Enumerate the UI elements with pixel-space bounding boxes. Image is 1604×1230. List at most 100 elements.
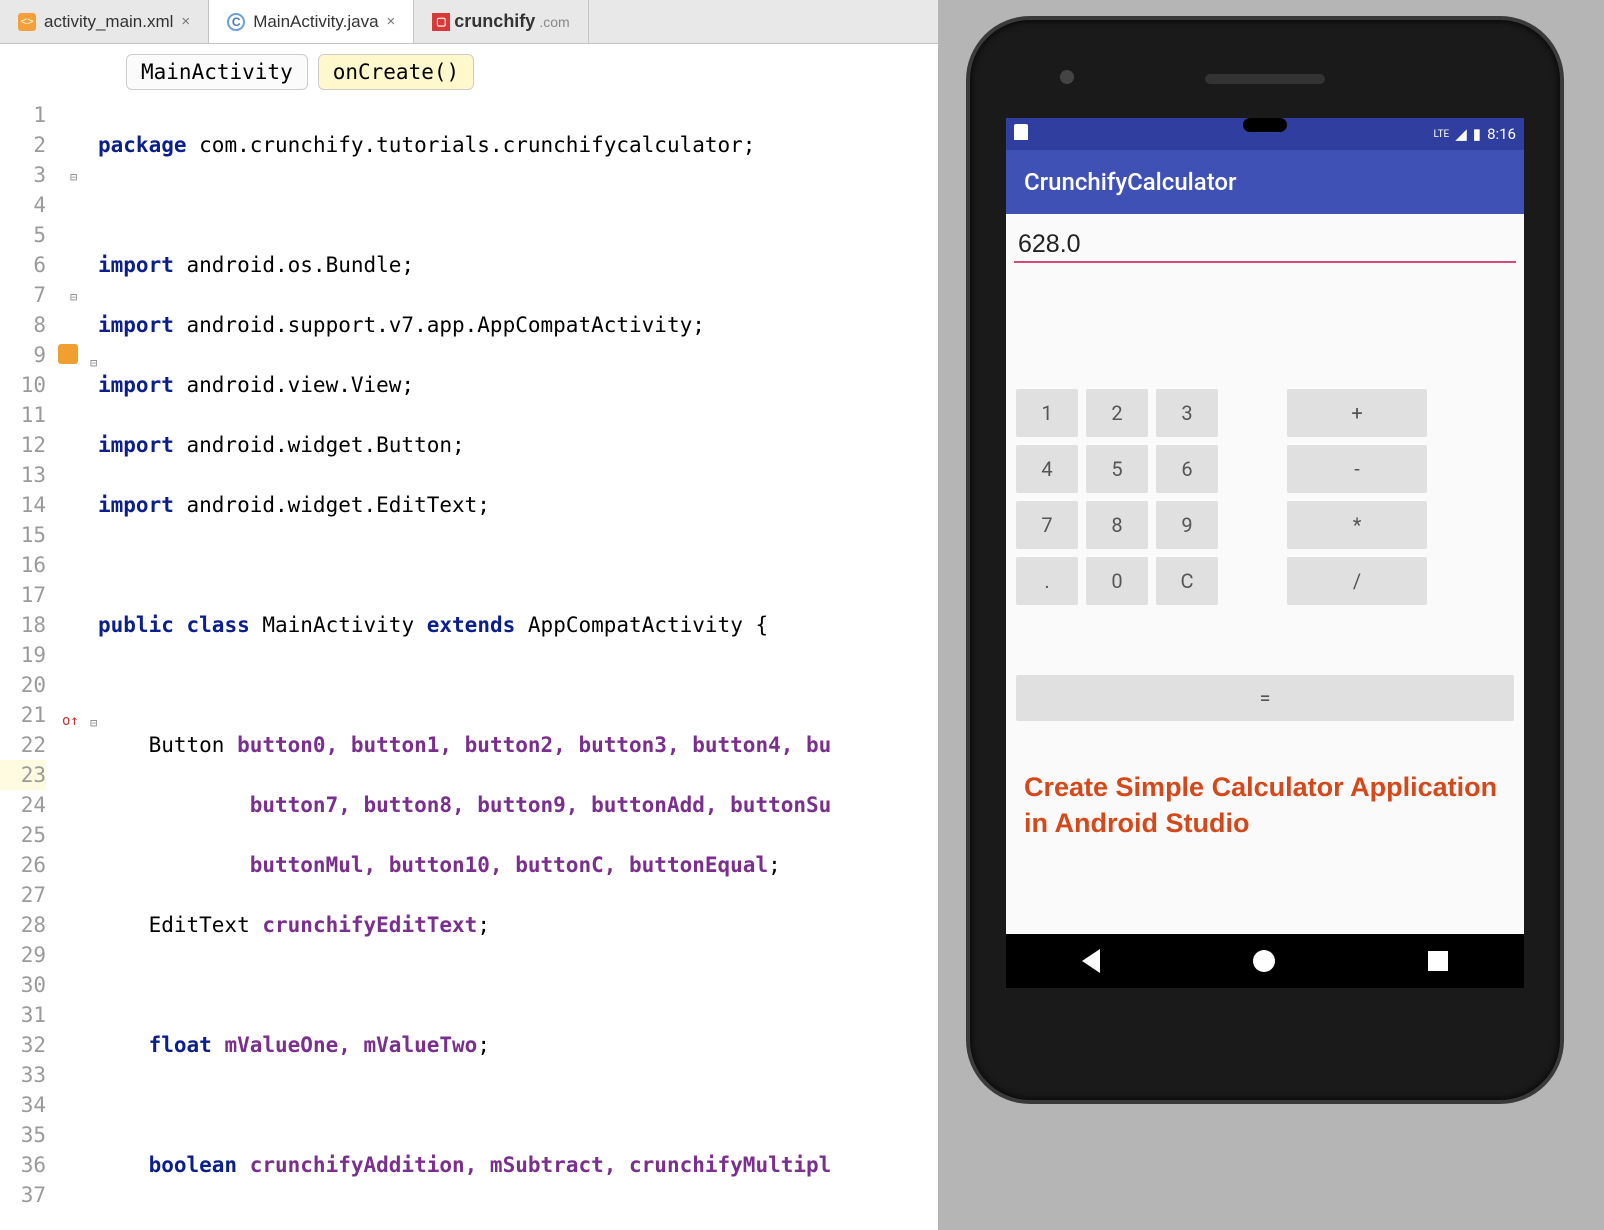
line-number: 10 xyxy=(0,370,46,400)
phone-screen: LTE ◢ ▮ 8:16 CrunchifyCalculator 1 2 3 4 xyxy=(1006,118,1524,988)
fold-collapse-icon[interactable]: ⊟ xyxy=(70,162,84,176)
key-2[interactable]: 2 xyxy=(1086,389,1148,437)
line-number: 27 xyxy=(0,880,46,910)
speaker-slit-icon xyxy=(1205,74,1325,84)
phone-emulator: LTE ◢ ▮ 8:16 CrunchifyCalculator 1 2 3 4 xyxy=(960,0,1570,1100)
class-marker-icon xyxy=(58,344,78,364)
key-divide[interactable]: / xyxy=(1287,557,1427,605)
editor-tab-bar: <> activity_main.xml × C MainActivity.ja… xyxy=(0,0,938,44)
caption-text: Create Simple Calculator Application in … xyxy=(1010,721,1520,842)
clock: 8:16 xyxy=(1487,125,1516,143)
digit-keypad: 1 2 3 4 5 6 7 8 9 . 0 C xyxy=(1016,389,1218,605)
line-number: 8 xyxy=(0,310,46,340)
line-number-gutter: 1 2 3 4 5 6 7 8 9 10 11 12 13 14 15 16 1… xyxy=(0,100,58,1230)
xml-file-icon: <> xyxy=(18,13,36,31)
key-6[interactable]: 6 xyxy=(1156,445,1218,493)
app-bar: CrunchifyCalculator xyxy=(1006,150,1524,214)
keypad: 1 2 3 4 5 6 7 8 9 . 0 C + xyxy=(1010,389,1520,605)
line-number: 1 xyxy=(0,100,46,130)
android-nav-bar xyxy=(1006,934,1524,988)
line-number: 9 xyxy=(0,340,46,370)
line-number: 6 xyxy=(0,250,46,280)
brand-ext: .com xyxy=(539,14,569,30)
line-number: 28 xyxy=(0,910,46,940)
key-equals[interactable]: = xyxy=(1016,675,1514,721)
line-number: 5 xyxy=(0,220,46,250)
app-title: CrunchifyCalculator xyxy=(1024,168,1237,196)
close-icon[interactable]: × xyxy=(387,13,396,30)
line-number: 29 xyxy=(0,940,46,970)
key-8[interactable]: 8 xyxy=(1086,501,1148,549)
sensor-slit-icon xyxy=(1243,118,1287,132)
key-4[interactable]: 4 xyxy=(1016,445,1078,493)
key-1[interactable]: 1 xyxy=(1016,389,1078,437)
line-number: 4 xyxy=(0,190,46,220)
key-5[interactable]: 5 xyxy=(1086,445,1148,493)
breadcrumb: MainActivity onCreate() xyxy=(0,44,938,100)
fold-marker-column: ⊟ ⊟ ⊟ o↑ ⊟ xyxy=(58,100,98,1230)
key-0[interactable]: 0 xyxy=(1086,557,1148,605)
line-number: 25 xyxy=(0,820,46,850)
operator-keypad: + - * / xyxy=(1287,389,1427,605)
breadcrumb-method[interactable]: onCreate() xyxy=(318,54,474,90)
line-number: 19 xyxy=(0,640,46,670)
tab-label: MainActivity.java xyxy=(253,12,378,32)
sd-card-icon xyxy=(1014,124,1028,140)
line-number: 22 xyxy=(0,730,46,760)
java-class-icon: C xyxy=(227,13,245,31)
tab-activity-xml[interactable]: <> activity_main.xml × xyxy=(0,0,209,43)
override-marker-icon: o↑ xyxy=(62,706,79,736)
tab-crunchify-brand[interactable]: ▢ crunchify.com xyxy=(414,0,588,43)
line-number: 13 xyxy=(0,460,46,490)
line-number: 21 xyxy=(0,700,46,730)
network-label: LTE xyxy=(1434,129,1450,140)
line-number: 35 xyxy=(0,1120,46,1150)
app-body: 1 2 3 4 5 6 7 8 9 . 0 C + xyxy=(1006,214,1524,934)
line-number: 12 xyxy=(0,430,46,460)
code-body[interactable]: package com.crunchify.tutorials.crunchif… xyxy=(98,100,938,1230)
line-number: 32 xyxy=(0,1030,46,1060)
line-number: 33 xyxy=(0,1060,46,1090)
line-number: 30 xyxy=(0,970,46,1000)
camera-dot-icon xyxy=(1060,70,1074,84)
back-button-icon[interactable] xyxy=(1082,949,1100,973)
breadcrumb-class[interactable]: MainActivity xyxy=(126,54,308,90)
code-area[interactable]: 1 2 3 4 5 6 7 8 9 10 11 12 13 14 15 16 1… xyxy=(0,100,938,1230)
key-7[interactable]: 7 xyxy=(1016,501,1078,549)
phone-frame: LTE ◢ ▮ 8:16 CrunchifyCalculator 1 2 3 4 xyxy=(970,20,1560,1100)
key-plus[interactable]: + xyxy=(1287,389,1427,437)
line-number: 31 xyxy=(0,1000,46,1030)
line-number: 20 xyxy=(0,670,46,700)
key-3[interactable]: 3 xyxy=(1156,389,1218,437)
line-number: 16 xyxy=(0,550,46,580)
fold-expand-icon[interactable]: ⊟ xyxy=(70,282,84,296)
brand-name: crunchify xyxy=(454,11,535,32)
line-number: 23 xyxy=(0,760,46,790)
line-number: 18 xyxy=(0,610,46,640)
key-minus[interactable]: - xyxy=(1287,445,1427,493)
line-number: 3 xyxy=(0,160,46,190)
tab-main-activity-java[interactable]: C MainActivity.java × xyxy=(209,0,414,43)
line-number: 14 xyxy=(0,490,46,520)
code-editor-panel: <> activity_main.xml × C MainActivity.ja… xyxy=(0,0,938,1230)
line-number: 36 xyxy=(0,1150,46,1180)
line-number: 17 xyxy=(0,580,46,610)
signal-bars-icon: ◢ xyxy=(1455,125,1467,143)
key-clear[interactable]: C xyxy=(1156,557,1218,605)
line-number: 26 xyxy=(0,850,46,880)
recents-button-icon[interactable] xyxy=(1428,951,1448,971)
key-multiply[interactable]: * xyxy=(1287,501,1427,549)
line-number: 24 xyxy=(0,790,46,820)
tab-label: activity_main.xml xyxy=(44,12,173,32)
close-icon[interactable]: × xyxy=(181,13,190,30)
line-number: 7 xyxy=(0,280,46,310)
crunchify-logo-icon: ▢ xyxy=(432,13,450,31)
calculator-display-field[interactable] xyxy=(1014,224,1516,263)
line-number: 37 xyxy=(0,1180,46,1210)
line-number: 2 xyxy=(0,130,46,160)
key-9[interactable]: 9 xyxy=(1156,501,1218,549)
home-button-icon[interactable] xyxy=(1253,950,1275,972)
line-number: 34 xyxy=(0,1090,46,1120)
key-dot[interactable]: . xyxy=(1016,557,1078,605)
battery-icon: ▮ xyxy=(1473,125,1481,143)
